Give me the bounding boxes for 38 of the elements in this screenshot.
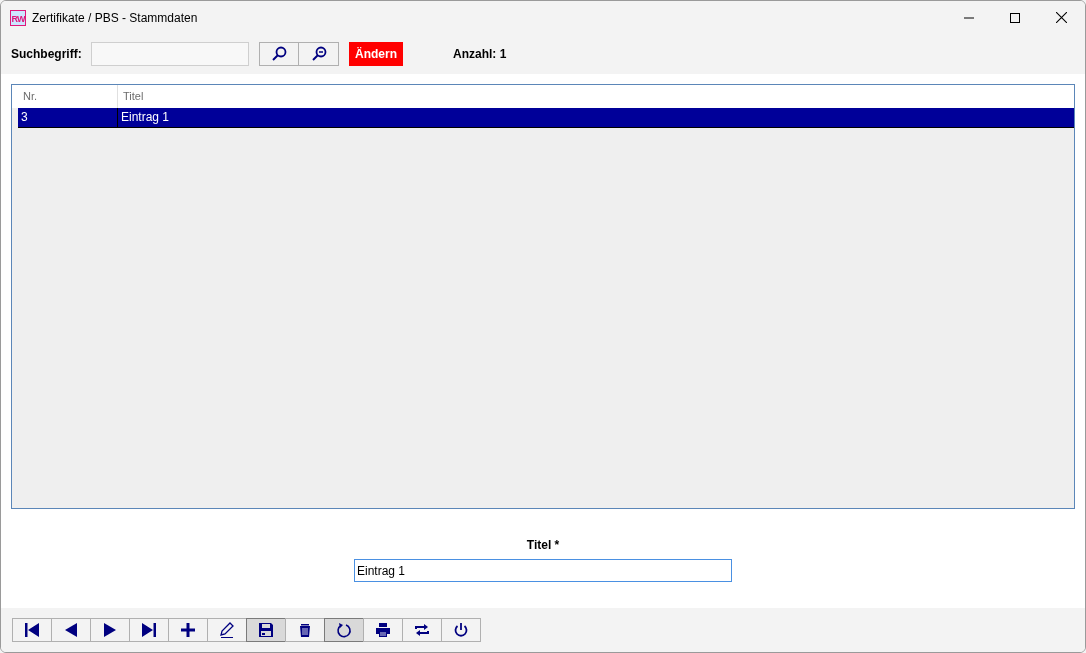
- search-button[interactable]: [259, 42, 299, 66]
- close-icon[interactable]: [1056, 12, 1067, 23]
- toolbar-button[interactable]: [246, 618, 286, 642]
- toolbar-button[interactable]: [324, 618, 364, 642]
- search-icon: [271, 46, 287, 62]
- app-logo: RW: [10, 9, 26, 26]
- plus-icon: [179, 621, 197, 639]
- maximize-icon[interactable]: [1010, 12, 1020, 23]
- toolbar-button[interactable]: [90, 618, 130, 642]
- table-cell-text: Eintrag 1: [120, 109, 171, 126]
- window-title: Zertifikate / PBS - Stammdaten: [32, 9, 198, 27]
- toolbar-button[interactable]: [12, 618, 52, 642]
- change-button[interactable]: Ändern: [349, 42, 403, 66]
- toolbar-button[interactable]: [168, 618, 208, 642]
- column-header[interactable]: Titel: [118, 85, 1074, 108]
- toolbar-button[interactable]: [285, 618, 325, 642]
- last-record-icon: [140, 621, 158, 639]
- toolbar-button[interactable]: [129, 618, 169, 642]
- pencil-icon: [218, 621, 236, 639]
- swap-arrows-icon: [413, 621, 431, 639]
- toolbar-button[interactable]: [207, 618, 247, 642]
- zoom-out-icon: [310, 46, 327, 62]
- toolbar-button[interactable]: [441, 618, 481, 642]
- refresh-icon: [335, 621, 353, 639]
- title-label: Titel *: [526, 537, 560, 554]
- search-field[interactable]: [91, 42, 249, 66]
- table-row[interactable]: 3 Eintrag 1: [18, 108, 1074, 128]
- title-input[interactable]: Eintrag 1: [354, 559, 732, 582]
- table-cell: 3: [18, 108, 118, 127]
- toolbar-button[interactable]: [51, 618, 91, 642]
- power-icon: [452, 621, 470, 639]
- toolbar-button[interactable]: [363, 618, 403, 642]
- clear-search-button[interactable]: [299, 42, 339, 66]
- first-record-icon: [23, 621, 41, 639]
- printer-icon: [374, 621, 392, 639]
- search-label: Suchbegriff:: [11, 46, 83, 63]
- record-count: Anzahl: 1: [453, 46, 507, 63]
- toolbar-button[interactable]: [402, 618, 442, 642]
